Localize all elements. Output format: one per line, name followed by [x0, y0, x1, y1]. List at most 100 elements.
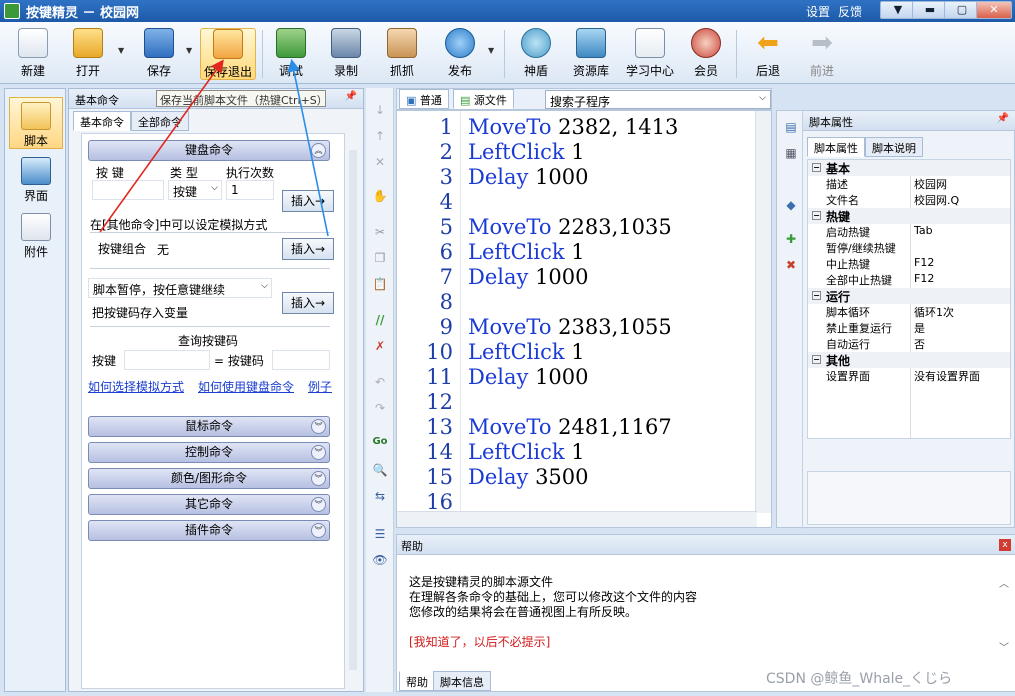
property-row[interactable]: 全部中止热键 F12: [808, 272, 1010, 288]
find-icon[interactable]: 🔍: [372, 462, 388, 478]
view-icon[interactable]: 👁: [372, 552, 388, 568]
shendun-button[interactable]: 神盾: [514, 28, 558, 80]
delete-icon[interactable]: ✕: [372, 154, 388, 170]
insert-button-2[interactable]: 插入→: [282, 238, 334, 260]
calculator-icon[interactable]: ▦: [783, 145, 799, 161]
new-button[interactable]: 新建: [12, 28, 54, 80]
property-row[interactable]: 脚本循环 循环1次: [808, 304, 1010, 320]
link-example[interactable]: 例子: [308, 378, 332, 395]
copy-icon[interactable]: ❐: [372, 250, 388, 266]
forward-button[interactable]: ➡ 前进: [800, 28, 844, 80]
tab-basic-commands[interactable]: 基本命令: [73, 111, 131, 131]
nav-ui[interactable]: 界面: [9, 153, 63, 205]
property-category[interactable]: − 热键: [808, 208, 1010, 224]
redo-icon[interactable]: ↷: [372, 400, 388, 416]
tab-normal-view[interactable]: ▣ 普通: [399, 89, 449, 109]
tab-source-view[interactable]: ▤ 源文件: [453, 89, 514, 109]
property-row[interactable]: 自动运行 否: [808, 336, 1010, 352]
publish-dropdown-icon[interactable]: ▼: [488, 46, 494, 55]
property-row[interactable]: 描述 校园网: [808, 176, 1010, 192]
color-graphic-command-category[interactable]: 颜色/图形命令 ︾: [88, 468, 330, 489]
mouse-command-category[interactable]: 鼠标命令 ︾: [88, 416, 330, 437]
property-category[interactable]: − 运行: [808, 288, 1010, 304]
replace-icon[interactable]: ⇆: [372, 488, 388, 504]
control-command-category[interactable]: 控制命令 ︾: [88, 442, 330, 463]
goto-icon[interactable]: Go: [372, 434, 388, 450]
tab-all-commands[interactable]: 全部命令: [131, 111, 189, 131]
insert-button-1[interactable]: 插入→: [282, 190, 334, 212]
remove-tool-icon[interactable]: ✖: [783, 257, 799, 273]
settings-link[interactable]: 设置: [806, 3, 830, 20]
chevron-down-icon[interactable]: ︾: [311, 445, 326, 460]
editor-horizontal-scrollbar[interactable]: [397, 511, 757, 527]
chevron-up-icon[interactable]: ︽: [311, 143, 326, 158]
property-row[interactable]: 暂停/继续热键: [808, 240, 1010, 256]
save-exit-button[interactable]: 保存退出: [200, 28, 256, 80]
editor-vertical-scrollbar[interactable]: [755, 111, 771, 513]
key-input[interactable]: [92, 180, 164, 200]
help-close-icon[interactable]: x: [999, 539, 1011, 551]
property-category[interactable]: − 基本: [808, 160, 1010, 176]
publish-button[interactable]: 发布: [438, 28, 482, 80]
property-value[interactable]: F12: [914, 256, 934, 269]
scroll-down-icon[interactable]: ﹀: [999, 639, 1009, 654]
tab-script-info[interactable]: 脚本信息: [433, 671, 491, 691]
link-sim-mode[interactable]: 如何选择模拟方式: [88, 378, 184, 395]
property-row[interactable]: 禁止重复运行 是: [808, 320, 1010, 336]
close-button[interactable]: ✕: [976, 1, 1012, 19]
property-value[interactable]: 否: [914, 336, 925, 352]
keyboard-command-category[interactable]: 键盘命令 ︽: [88, 140, 330, 161]
tab-script-properties[interactable]: 脚本属性: [807, 137, 865, 157]
feedback-link[interactable]: 反馈: [838, 3, 862, 20]
property-value[interactable]: 校园网: [914, 176, 947, 192]
chevron-down-icon[interactable]: ︾: [311, 497, 326, 512]
subroutine-search-select[interactable]: 搜索子程序 ⌵: [545, 90, 771, 109]
pin-icon[interactable]: 📌: [997, 113, 1009, 124]
scroll-up-icon[interactable]: ︿: [999, 575, 1009, 590]
query-key-input[interactable]: [124, 350, 210, 370]
document-icon[interactable]: ▤: [783, 119, 799, 135]
paste-icon[interactable]: 📋: [372, 276, 388, 292]
list-icon[interactable]: ☰: [372, 526, 388, 542]
combo-input[interactable]: 无: [152, 238, 276, 258]
property-category[interactable]: − 其他: [808, 352, 1010, 368]
hand-icon[interactable]: ✋: [372, 188, 388, 204]
exec-count-input[interactable]: 1: [226, 180, 274, 200]
collapse-icon[interactable]: −: [812, 355, 821, 364]
property-value[interactable]: 是: [914, 320, 925, 336]
save-dropdown-icon[interactable]: ▼: [186, 46, 192, 55]
save-button[interactable]: 保存: [136, 28, 182, 80]
nav-attachment[interactable]: 附件: [9, 209, 63, 261]
property-value[interactable]: 校园网.Q: [914, 192, 959, 208]
plugin-icon[interactable]: ◆: [783, 197, 799, 213]
undo-icon[interactable]: ↶: [372, 374, 388, 390]
nav-script[interactable]: 脚本: [9, 97, 63, 149]
collapse-icon[interactable]: −: [812, 163, 821, 172]
chevron-down-icon[interactable]: ︾: [311, 523, 326, 538]
type-select[interactable]: 按键 ⌵: [168, 180, 222, 200]
property-value[interactable]: 循环1次: [914, 304, 954, 320]
property-row[interactable]: 文件名 校园网.Q: [808, 192, 1010, 208]
grab-button[interactable]: 抓抓: [380, 28, 424, 80]
resources-button[interactable]: 资源库: [568, 28, 614, 80]
chevron-down-icon[interactable]: ︾: [311, 419, 326, 434]
property-value[interactable]: F12: [914, 272, 934, 285]
property-row[interactable]: 设置界面 没有设置界面: [808, 368, 1010, 384]
record-button[interactable]: 录制: [324, 28, 368, 80]
pin-icon[interactable]: 📌: [345, 91, 357, 102]
source-editor[interactable]: 1 MoveTo 2382, 1413 2 LeftClick 1 3 Delay 100…: [396, 110, 772, 528]
property-value[interactable]: 没有设置界面: [914, 368, 980, 384]
help-dismiss-link[interactable]: [我知道了，以后不必提示]: [409, 633, 550, 650]
back-button[interactable]: ⬅ 后退: [746, 28, 790, 80]
property-value[interactable]: Tab: [914, 224, 933, 237]
add-tool-icon[interactable]: ✚: [783, 231, 799, 247]
cut-icon[interactable]: ✂: [372, 224, 388, 240]
chevron-down-icon[interactable]: ︾: [311, 471, 326, 486]
minimize-button[interactable]: ▬: [912, 1, 948, 19]
member-button[interactable]: 会员: [684, 28, 728, 80]
arrow-up-icon[interactable]: ↑: [372, 128, 388, 144]
comment-icon[interactable]: //: [372, 312, 388, 328]
query-code-input[interactable]: [272, 350, 330, 370]
property-row[interactable]: 中止热键 F12: [808, 256, 1010, 272]
debug-button[interactable]: 调试: [270, 28, 312, 80]
